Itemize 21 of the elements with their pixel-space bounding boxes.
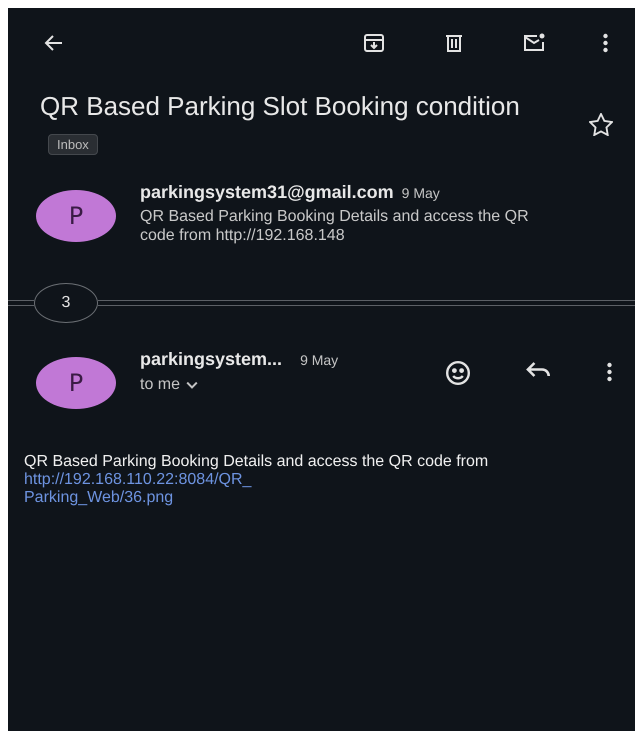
- more-icon: [606, 361, 613, 383]
- smiley-icon: [446, 361, 470, 385]
- message-date: 9 May: [402, 185, 440, 201]
- chevron-down-icon: [186, 381, 198, 389]
- sender-name: parkingsystem...: [140, 349, 282, 370]
- archive-icon: [362, 31, 386, 55]
- recipient-toggle[interactable]: to me: [140, 376, 416, 394]
- body-link[interactable]: Parking_Web/36.png: [24, 489, 174, 506]
- subject-title: QR Based Parking Slot Booking condition: [40, 91, 520, 121]
- star-icon: [589, 112, 613, 136]
- hidden-messages-count[interactable]: 3: [34, 283, 98, 323]
- inbox-label: Inbox: [48, 134, 98, 155]
- body-link[interactable]: http://192.168.110.22:8084/QR_: [24, 471, 252, 488]
- message-body-text: QR Based Parking Booking Details and access the QR code from: [24, 453, 488, 470]
- message-date: 9 May: [300, 352, 338, 368]
- reply-arrow-icon: [526, 361, 550, 378]
- sender-name: parkingsystem31@gmail.com: [140, 182, 394, 203]
- message-snippet: QR Based Parking Booking Details and access the QR code from http://192.168.148: [140, 207, 530, 245]
- sender-avatar: P: [36, 190, 116, 242]
- sender-avatar: P: [36, 357, 116, 409]
- more-icon: [602, 32, 609, 54]
